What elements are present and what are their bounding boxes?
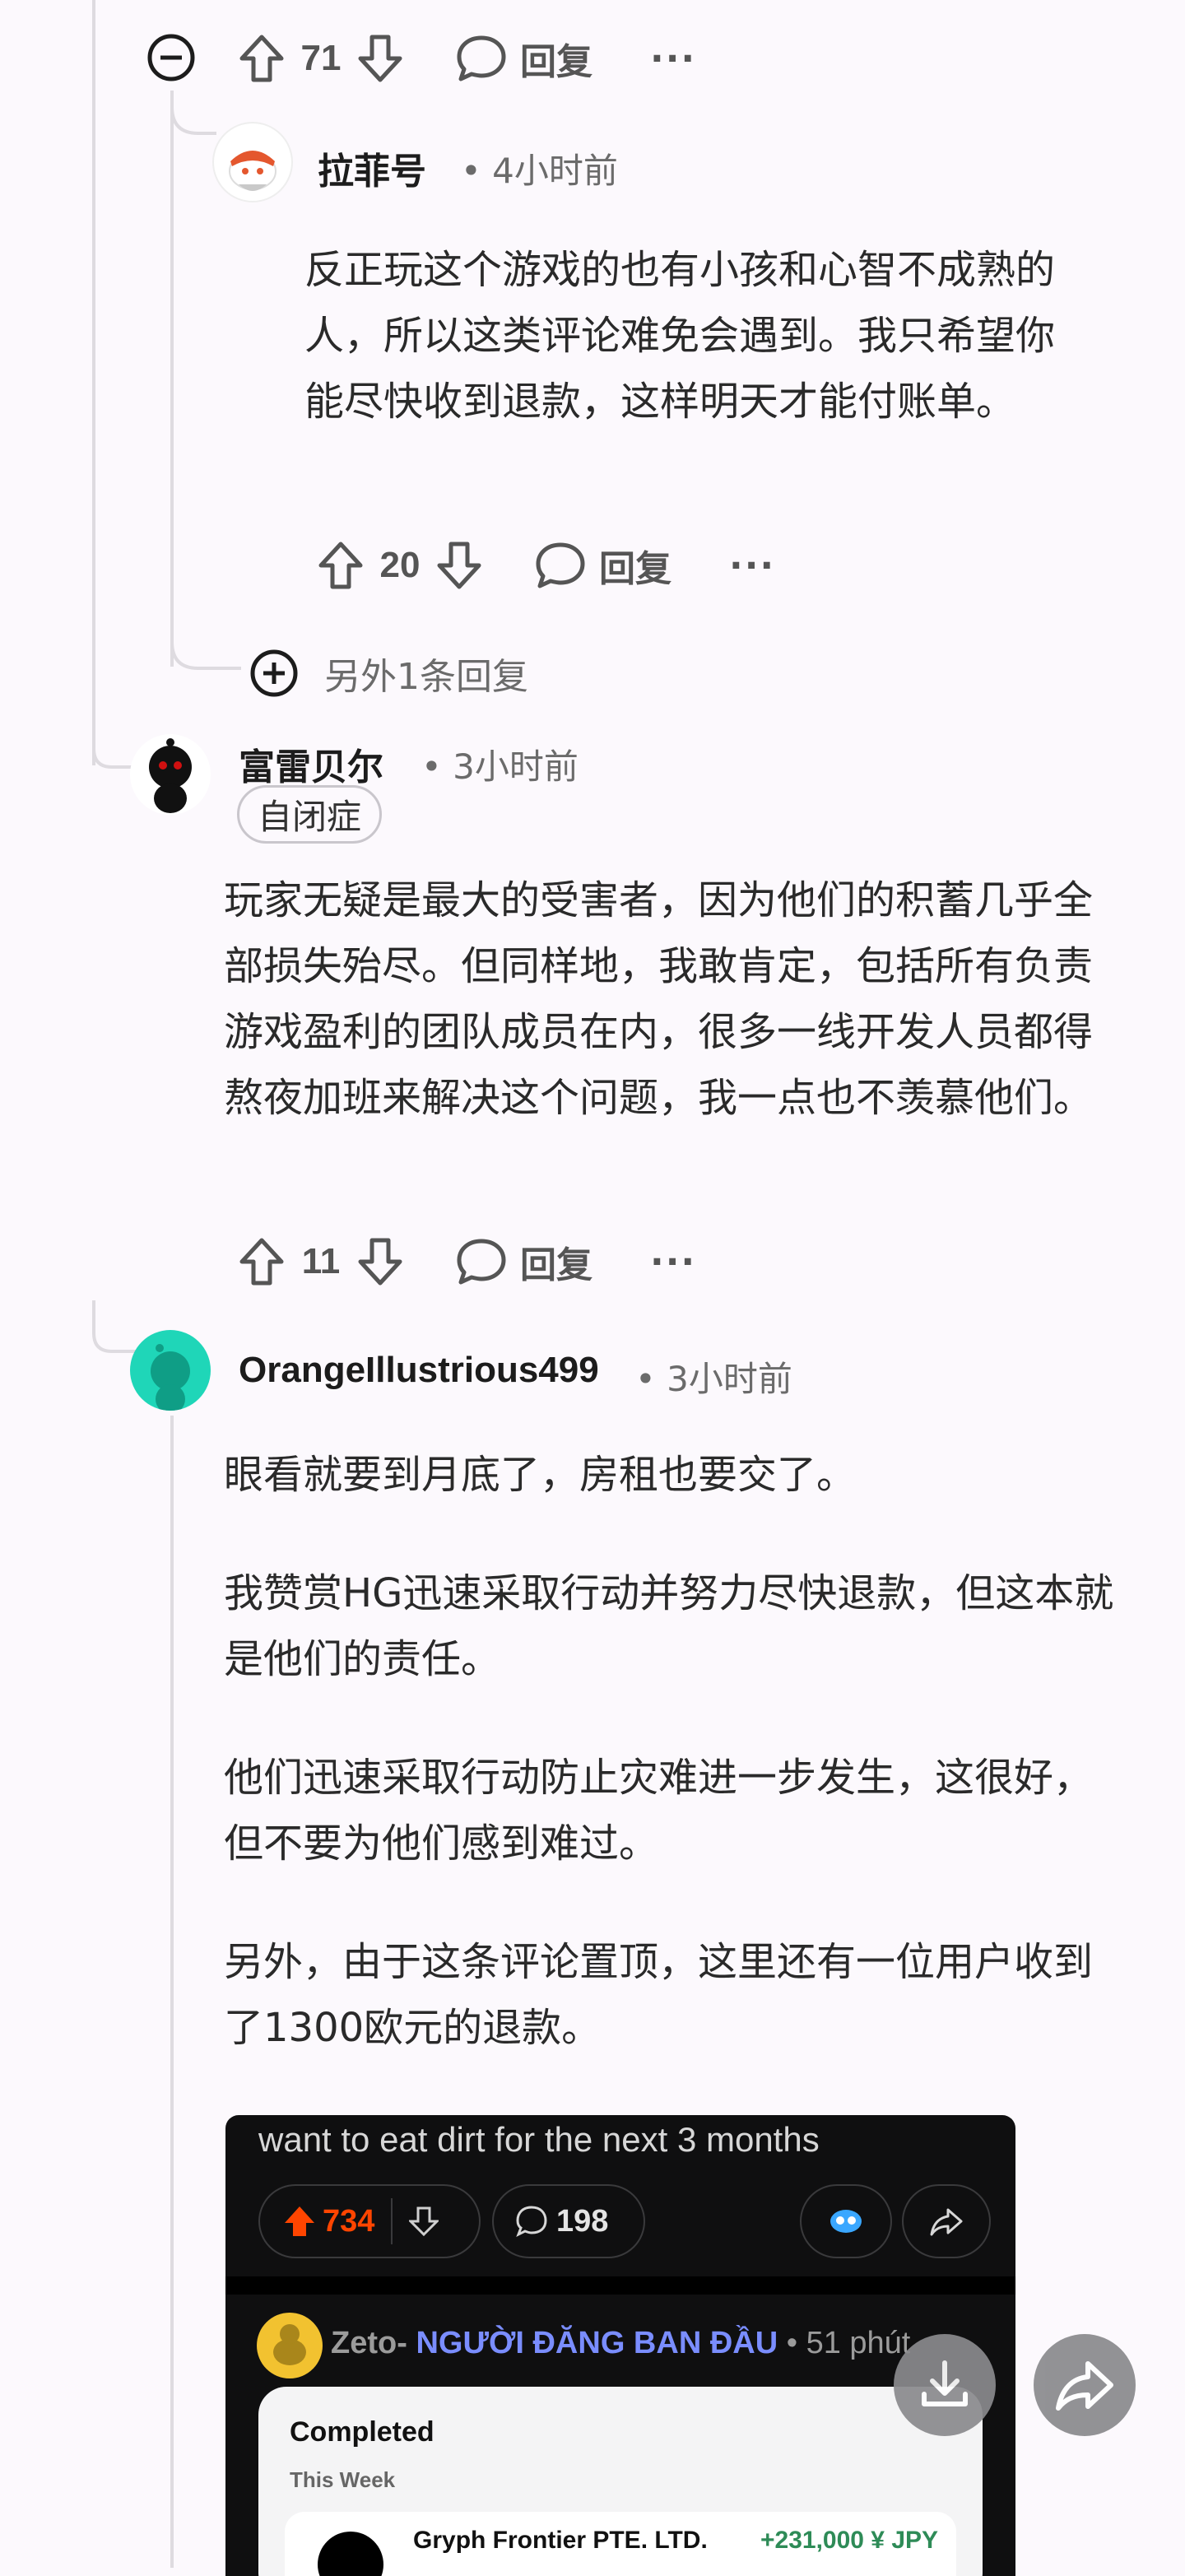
share-button[interactable] [1034, 2334, 1136, 2436]
arrow-down-icon [358, 35, 402, 82]
comment-paragraph: 他们迅速采取行动防止灾难进一步发生，这很好，但不要为他们感到难过。 [224, 1755, 1094, 1867]
vote-count: 11 [301, 1241, 341, 1281]
embed-tx-amount: +231,000 ¥ JPY [760, 2527, 939, 2554]
embed-op-badge: NGƯỜI ĐĂNG BAN ĐẦU [416, 2326, 778, 2360]
thread-curve-3 [170, 609, 241, 670]
comment-paragraph: 眼看就要到月底了，房租也要交了。 [224, 1452, 857, 1498]
minus-circle-icon [147, 34, 195, 81]
embed-vote-pill: 734 [258, 2184, 481, 2258]
reply-button[interactable]: 回复 [456, 1235, 592, 1288]
comment-body: 眼看就要到月底了，房租也要交了。 我赞赏HG迅速采取行动并努力尽快退款，但这本就… [224, 1442, 1129, 2113]
arrow-down-icon [358, 1238, 402, 1286]
comment-body: 反正玩这个游戏的也有小孩和心智不成熟的人，所以这类评论难免会遇到。我只希望你能尽… [304, 247, 1056, 425]
upvote-button[interactable] [235, 1235, 288, 1288]
embed-card-title: Completed [290, 2416, 434, 2448]
reply-label: 回复 [520, 41, 592, 83]
comment-bubble-icon [457, 35, 506, 81]
download-icon [922, 2360, 968, 2406]
embed-author-avatar [257, 2313, 323, 2378]
share-icon [930, 2208, 963, 2236]
comment-time: • 3小时前 [421, 746, 579, 787]
plus-circle-icon [250, 649, 298, 697]
comment-paragraph: 另外，由于这条评论置顶，这里还有一位用户收到了1300欧元的退款。 [224, 1939, 1094, 2051]
avatar[interactable] [212, 122, 293, 202]
comment-bubble-icon [516, 2206, 547, 2238]
comment-1-actions: 20 回复 ··· [314, 537, 775, 594]
snoo-avatar-icon [229, 151, 276, 191]
embed-card-subtitle: This Week [290, 2467, 396, 2492]
vote-count: 71 [300, 38, 342, 78]
comment-body: 玩家无疑是最大的受害者，因为他们的积蓄几乎全部损失殆尽。但同样地，我敢肯定，包括… [224, 877, 1094, 1121]
embed-author: Zeto- [331, 2326, 407, 2360]
embed-comment-pill: 198 [492, 2184, 645, 2258]
more-options-button[interactable]: ··· [729, 545, 775, 587]
arrow-up-icon [239, 35, 284, 82]
reply-button[interactable]: 回复 [535, 539, 672, 592]
avatar[interactable] [130, 734, 211, 815]
arrow-down-icon [409, 2206, 439, 2236]
snoo-avatar-icon [149, 738, 192, 813]
reply-button[interactable]: 回复 [456, 32, 592, 85]
download-button[interactable] [894, 2334, 996, 2436]
comment-0-actions: 71 回复 ··· [235, 30, 696, 87]
divider [391, 2198, 393, 2244]
thread-line-main [170, 1416, 174, 2568]
embed-transaction-row: Gryph Frontier PTE. LTD. +231,000 ¥ JPY [285, 2512, 956, 2576]
snoo-avatar-icon [273, 2324, 306, 2365]
downvote-button[interactable] [433, 539, 486, 592]
embed-share-pill [902, 2184, 991, 2258]
embed-author-line: Zeto- NGƯỜI ĐĂNG BAN ĐẦU • 51 phút [331, 2326, 910, 2361]
upvote-button[interactable] [314, 539, 367, 592]
embedded-image[interactable]: want to eat dirt for the next 3 months 7… [225, 2115, 1015, 2576]
embed-time: • 51 phút [786, 2326, 911, 2360]
comment-author[interactable]: OrangeIllustrious499 [239, 1350, 599, 1391]
comment-paragraph: 我赞赏HG迅速采取行动并努力尽快退款，但这本就是他们的责任。 [224, 1570, 1114, 1682]
embed-title: want to eat dirt for the next 3 months [258, 2120, 820, 2159]
upvote-button[interactable] [235, 32, 288, 85]
arrow-up-icon [318, 542, 363, 589]
arrow-down-icon [437, 542, 481, 589]
more-options-button[interactable]: ··· [650, 38, 696, 80]
comment-time: • 4小时前 [461, 151, 618, 191]
comment-bubble-icon [457, 1239, 506, 1285]
embed-award-pill [800, 2184, 892, 2258]
vote-count: 20 [379, 545, 421, 585]
comment-bubble-icon [536, 542, 585, 588]
embed-separator [225, 2276, 1015, 2295]
reply-label: 回复 [520, 1244, 592, 1286]
user-flair: 自闭症 [237, 785, 383, 844]
award-icon [830, 2210, 862, 2233]
downvote-button[interactable] [354, 32, 407, 85]
more-options-button[interactable]: ··· [650, 1241, 696, 1283]
avatar[interactable] [130, 1330, 211, 1411]
thread-line-outer [92, 0, 95, 765]
comment-3-actions: 11 回复 ··· [235, 1233, 696, 1290]
embed-upvotes: 734 [323, 2203, 375, 2239]
more-replies-label: 另外1条回复 [324, 656, 528, 698]
arrow-up-filled-icon [285, 2206, 314, 2236]
embed-card: Completed This Week Gryph Frontier PTE. … [258, 2387, 983, 2576]
downvote-button[interactable] [354, 1235, 407, 1288]
arrow-up-icon [239, 1238, 284, 1286]
thread-curve-4 [170, 91, 216, 135]
embed-merchant-name: Gryph Frontier PTE. LTD. [413, 2527, 708, 2554]
more-replies-button[interactable]: 另外1条回复 [249, 647, 528, 700]
embed-merchant-logo [318, 2532, 383, 2576]
comment-author[interactable]: 富雷贝尔 [239, 737, 383, 790]
comment-time: • 3小时前 [635, 1359, 792, 1399]
thread-line-nested [170, 91, 174, 667]
collapse-button[interactable] [146, 33, 196, 82]
snoo-avatar-icon [151, 1344, 190, 1411]
comment-author[interactable]: 拉菲号 [318, 142, 426, 194]
share-icon [1056, 2361, 1113, 2411]
reply-label: 回复 [599, 548, 672, 590]
embed-comment-count: 198 [556, 2203, 609, 2239]
